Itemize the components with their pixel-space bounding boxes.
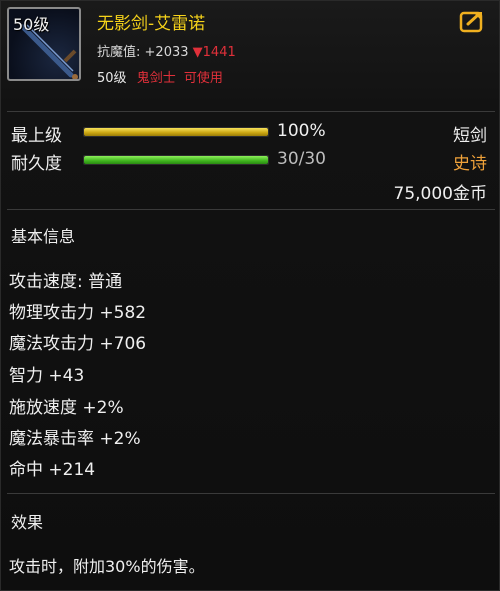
attr-magic-crit: 魔法暴击率 +2% [9,429,141,449]
section-title-effect: 效果 [11,513,44,532]
attr-intelligence: 智力 +43 [9,366,85,386]
grade-value: 100% [277,121,326,141]
durability-value: 30/30 [277,149,326,169]
item-header: 50级 无影剑-艾雷诺 抗魔值: +2033 ▼1441 50级 鬼剑士 可使用 [1,1,500,106]
resist-decrease: ▼1441 [192,45,236,60]
section-title-basic: 基本信息 [11,227,76,246]
grade-label: 最上级 [11,126,62,146]
resist-label: 抗魔值: [97,45,141,60]
item-name: 无影剑-艾雷诺 [97,14,206,34]
attr-cast-speed: 施放速度 +2% [9,398,124,418]
attr-hit: 命中 +214 [9,460,96,480]
attr-magic-attack: 魔法攻击力 +706 [9,334,147,354]
grade-bar [83,127,269,137]
durability-bar [83,155,269,165]
item-level-badge: 50级 [13,15,50,34]
attr-attack-speed: 攻击速度: 普通 [9,272,123,292]
grade-bar-fill [84,128,268,136]
share-button[interactable] [459,9,487,33]
resist-line: 抗魔值: +2033 ▼1441 [97,41,236,60]
divider [7,209,495,210]
price: 75,000金币 [393,184,487,204]
attr-physical-attack: 物理攻击力 +582 [9,303,147,323]
divider [7,111,495,112]
weapon-type: 短剑 [453,126,487,146]
requirement-line: 50级 鬼剑士 可使用 [97,67,223,86]
resist-value: +2033 [144,45,189,60]
sword-icon: 50级 [7,7,81,81]
rarity-label: 史诗 [453,154,487,174]
durability-bar-fill [84,156,268,164]
required-class: 鬼剑士 [136,71,176,86]
share-icon [459,11,483,33]
item-tooltip: 50级 无影剑-艾雷诺 抗魔值: +2033 ▼1441 50级 鬼剑士 可使用… [0,0,500,591]
divider [7,493,495,494]
durability-label: 耐久度 [11,154,62,174]
effect-description: 攻击时，附加30%的伤害。 [9,557,205,576]
required-level: 50级 [97,71,127,86]
usable-status: 可使用 [183,71,223,86]
